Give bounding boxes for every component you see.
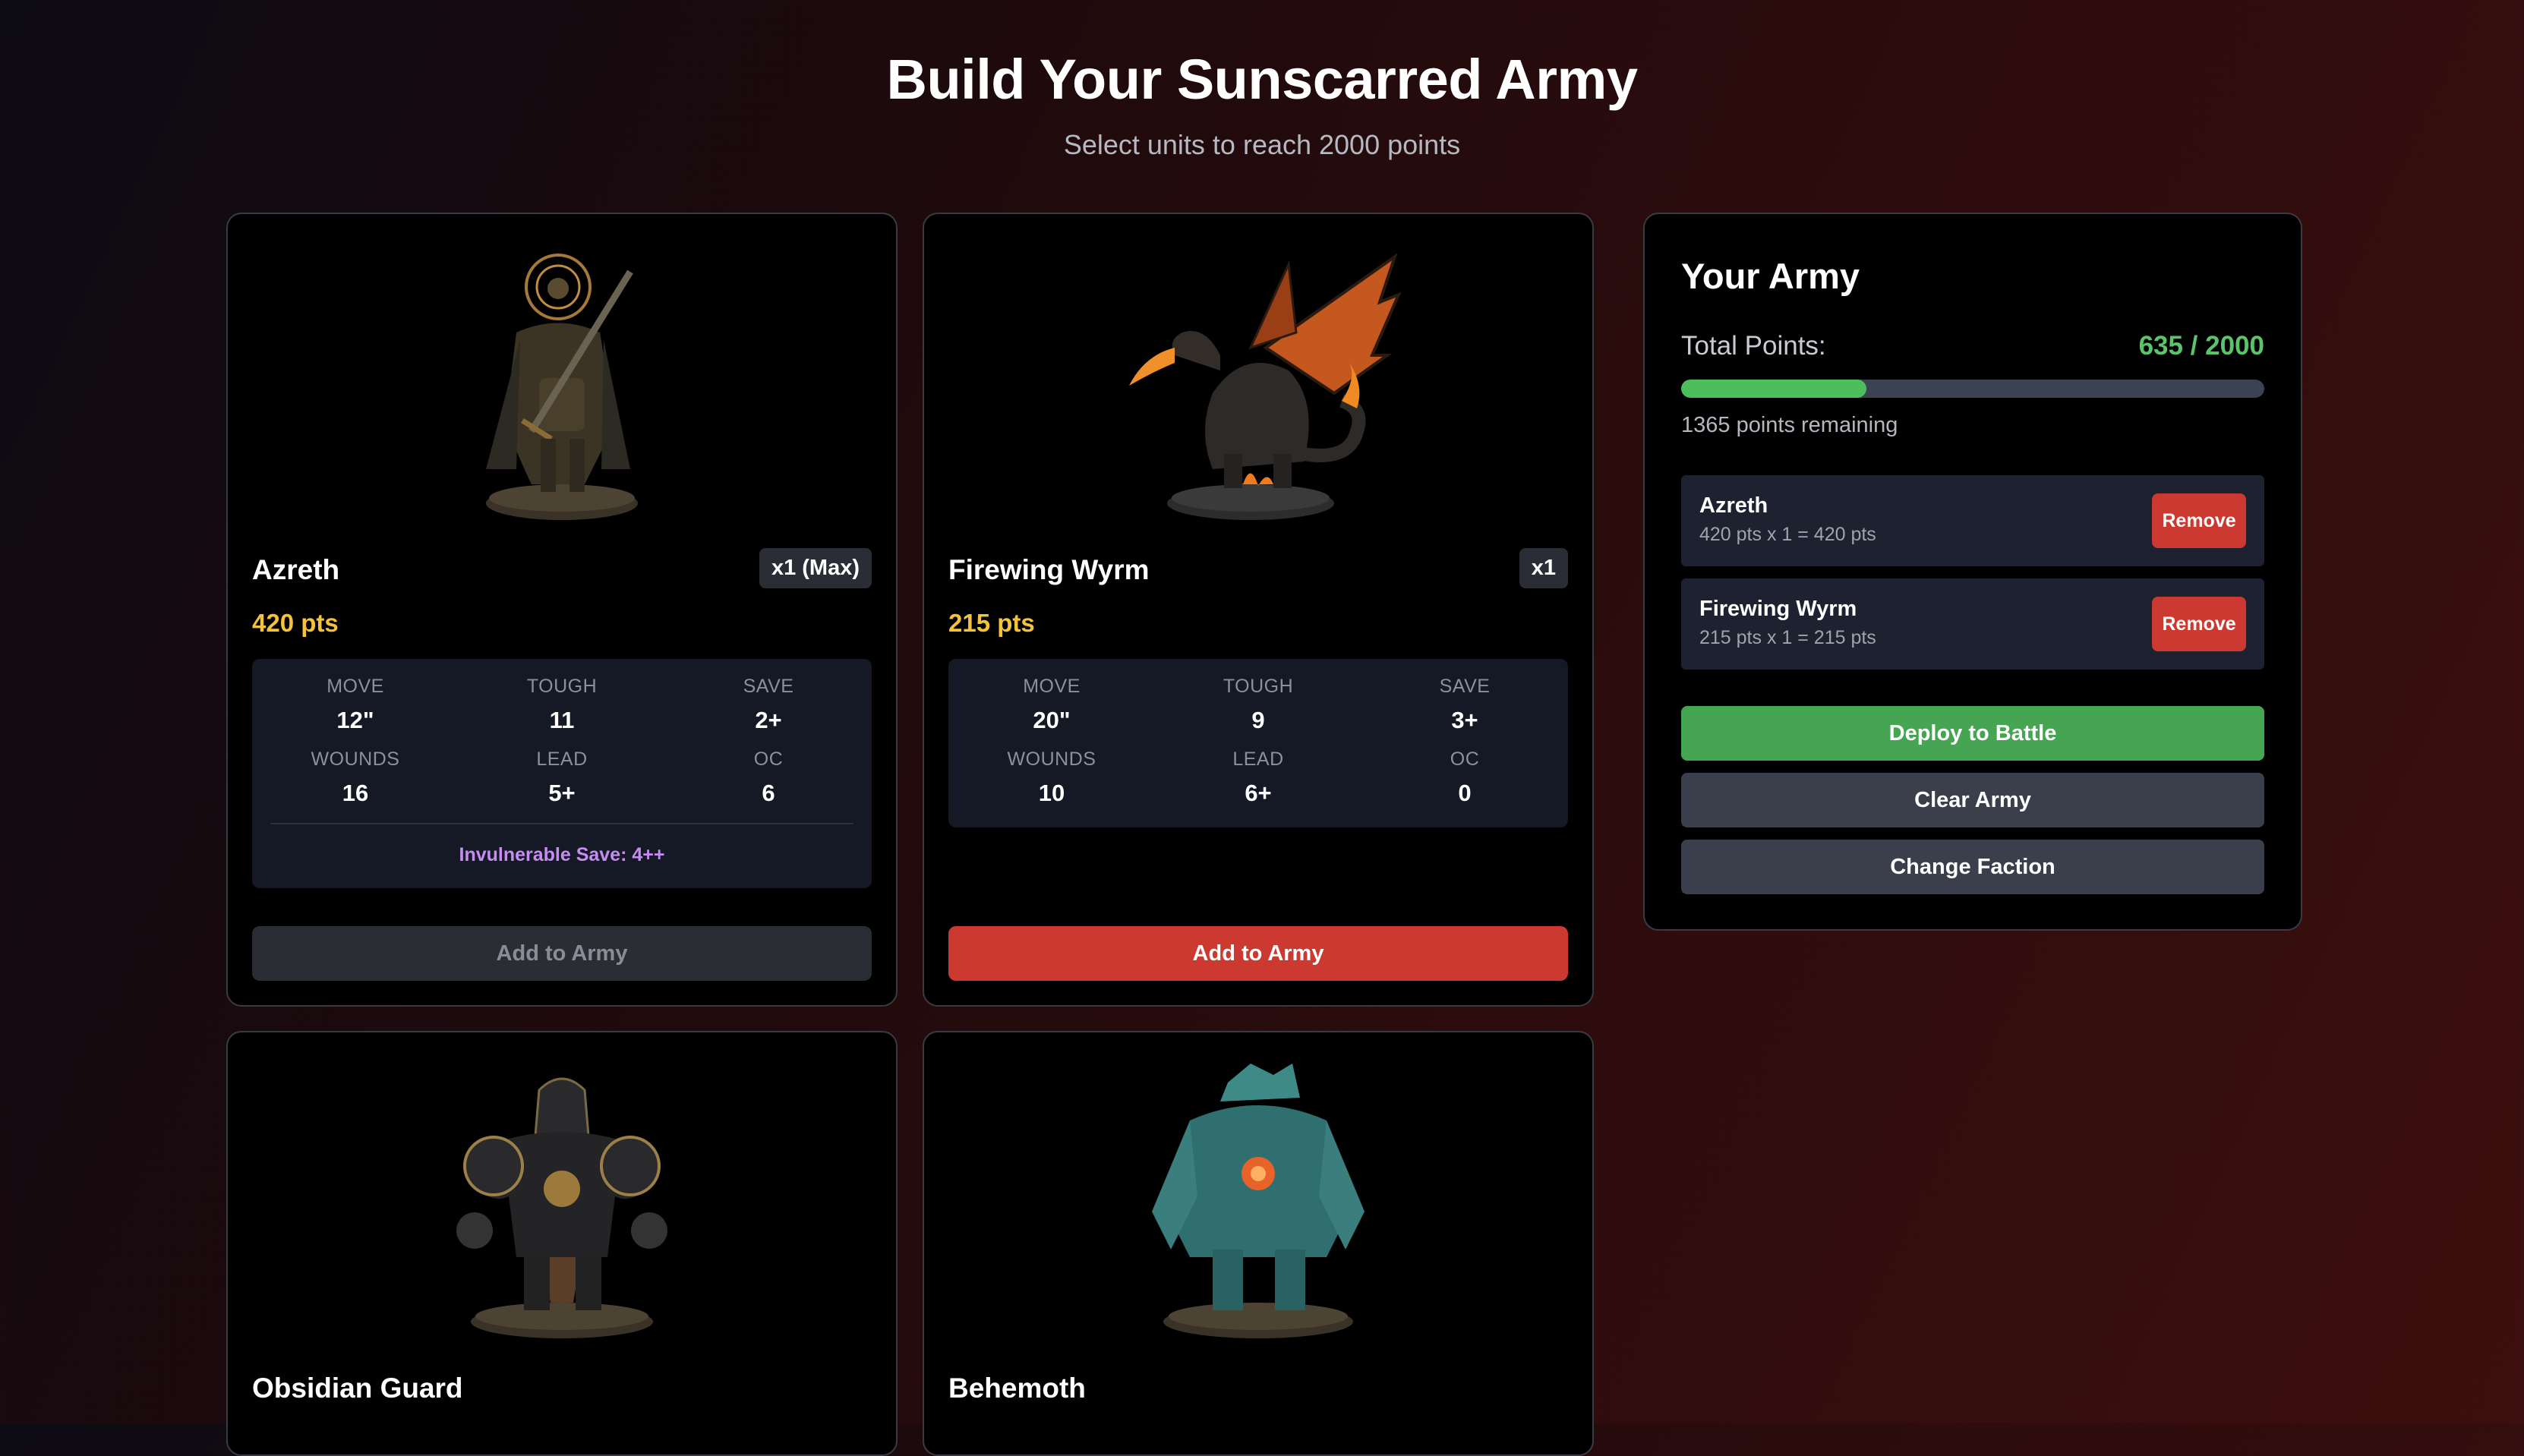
army-entry: Firewing Wyrm 215 pts x 1 = 215 pts Remo…: [1681, 578, 2264, 670]
page-header: Build Your Sunscarred Army Select units …: [0, 46, 2524, 161]
stats-divider: [270, 823, 853, 824]
total-points-value: 635 / 2000: [2138, 331, 2264, 361]
stat-move: MOVE 20": [1023, 676, 1081, 733]
clear-army-button[interactable]: Clear Army: [1681, 773, 2264, 827]
unit-quantity-badge: x1 (Max): [759, 548, 872, 588]
army-entry-name: Azreth: [1699, 493, 1768, 518]
unit-points: 215 pts: [948, 609, 1035, 637]
stat-move: MOVE 12": [327, 676, 384, 733]
stat-lead: LEAD 6+: [1232, 748, 1284, 806]
unit-card-azreth: Azreth x1 (Max) 420 pts MOVE 12" TOUGH 11 …: [226, 213, 898, 1007]
unit-stats-panel: MOVE 20" TOUGH 9 SAVE 3+ WOUNDS 10 LEAD 6+ OC…: [948, 659, 1568, 827]
add-to-army-button[interactable]: Add to Army: [948, 926, 1568, 981]
behemoth-miniature-image: [1152, 1064, 1365, 1338]
page-subtitle: Select units to reach 2000 points: [1063, 129, 1461, 160]
remove-button[interactable]: Remove: [2152, 493, 2246, 548]
army-entry: Azreth 420 pts x 1 = 420 pts Remove: [1681, 475, 2264, 566]
stat-wounds: WOUNDS 10: [1007, 748, 1096, 806]
stat-wounds: WOUNDS 16: [311, 748, 400, 806]
stat-tough: TOUGH 11: [526, 676, 598, 733]
stat-save: SAVE 2+: [743, 676, 794, 733]
army-entry-name: Firewing Wyrm: [1699, 597, 1857, 621]
points-progress-fill: [1681, 380, 1866, 398]
army-entry-detail: 215 pts x 1 = 215 pts: [1699, 627, 1876, 648]
army-panel: Your Army Total Points: 635 / 2000 1365 …: [1643, 213, 2302, 931]
stat-oc: OC 6: [753, 748, 784, 806]
points-remaining: 1365 points remaining: [1681, 413, 1898, 437]
page-title: Build Your Sunscarred Army: [886, 48, 1639, 111]
unit-points: 420 pts: [252, 609, 339, 637]
unit-name: Firewing Wyrm: [948, 554, 1150, 585]
points-progress-bar: [1681, 380, 2264, 398]
firewing-wyrm-miniature-image: [1129, 252, 1402, 520]
army-title: Your Army: [1681, 256, 1860, 296]
total-points-label: Total Points:: [1681, 331, 1826, 361]
add-to-army-button-disabled[interactable]: Add to Army: [252, 926, 872, 981]
obsidian-guard-miniature-image: [456, 1077, 667, 1338]
unit-name: Azreth: [252, 554, 340, 585]
unit-name: Obsidian Guard: [252, 1372, 463, 1404]
unit-card-firewing-wyrm: Firewing Wyrm x1 215 pts MOVE 20" TOUGH 9 …: [923, 213, 1594, 1007]
deploy-to-battle-button[interactable]: Deploy to Battle: [1681, 706, 2264, 761]
stat-tough: TOUGH 9: [1223, 676, 1294, 733]
unit-card-obsidian-guard: Obsidian Guard: [226, 1031, 898, 1456]
azreth-miniature-image: [486, 254, 638, 520]
remove-button[interactable]: Remove: [2152, 597, 2246, 651]
stat-lead: LEAD 5+: [536, 748, 588, 806]
army-entry-detail: 420 pts x 1 = 420 pts: [1699, 524, 1876, 545]
unit-stats-panel: MOVE 12" TOUGH 11 SAVE 2+ WOUNDS 16 LEAD 5+ O…: [252, 659, 872, 888]
stat-oc: OC 0: [1450, 748, 1480, 806]
unit-name: Behemoth: [948, 1372, 1086, 1404]
unit-quantity-badge: x1: [1519, 548, 1568, 588]
unit-card-behemoth: Behemoth: [923, 1031, 1594, 1456]
invulnerable-save: Invulnerable Save: 4++: [459, 844, 665, 865]
stat-save: SAVE 3+: [1439, 676, 1491, 733]
change-faction-button[interactable]: Change Faction: [1681, 840, 2264, 894]
